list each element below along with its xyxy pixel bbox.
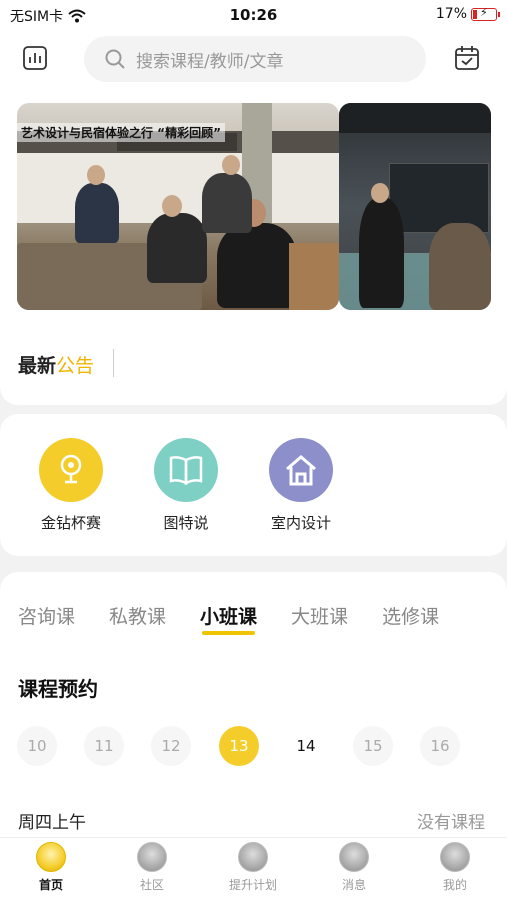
notice-title-accent: 公告: [56, 355, 95, 377]
category-label: 室内设计: [270, 514, 331, 532]
category-tutesuo[interactable]: 图特说: [136, 438, 236, 533]
battery-icon: ⚡: [471, 6, 500, 21]
header: 搜索课程/教师/文章: [0, 30, 507, 90]
category-label: 图特说: [163, 514, 209, 532]
tab-large-class[interactable]: 大班课: [291, 602, 348, 629]
chart-icon[interactable]: [21, 44, 49, 72]
tabbar-label: 提升计划: [228, 878, 277, 892]
banner-photo-next[interactable]: [339, 103, 491, 310]
tab-consult[interactable]: 咨询课: [18, 602, 75, 629]
bottom-tabbar: 首页 社区 提升计划 消息 我的: [0, 837, 507, 900]
clock: 10:26: [229, 6, 278, 24]
tab-elective[interactable]: 选修课: [382, 602, 439, 629]
tabbar-label: 社区: [139, 878, 164, 892]
plan-avatar-icon: [238, 842, 268, 872]
date-item[interactable]: 15: [353, 726, 393, 766]
tab-private[interactable]: 私教课: [109, 602, 166, 629]
search-icon: [105, 49, 125, 69]
notice-title-main: 最新: [18, 355, 57, 377]
category-interior-design[interactable]: 室内设计: [251, 438, 351, 533]
home-avatar-icon: [36, 842, 66, 872]
tabbar-home[interactable]: 首页: [11, 842, 91, 893]
banner-caption: 艺术设计与民宿体验之行 “精彩回顾”: [17, 123, 225, 142]
banner-carousel[interactable]: 艺术设计与民宿体验之行 “精彩回顾”: [0, 90, 507, 315]
calendar-check-icon[interactable]: [453, 44, 481, 72]
tabbar-messages[interactable]: 消息: [314, 842, 394, 893]
date-item[interactable]: 11: [84, 726, 124, 766]
tabbar-label: 我的: [442, 878, 467, 892]
tabbar-plan[interactable]: 提升计划: [213, 842, 293, 893]
category-jinzuan-cup[interactable]: 金钻杯赛: [21, 438, 121, 533]
category-grid: 金钻杯赛 图特说 室内设计: [0, 414, 507, 556]
course-tabs: 咨询课 私教课 小班课 大班课 选修课: [18, 602, 439, 635]
notice-bar[interactable]: 最新公告: [0, 315, 507, 405]
search-placeholder: 搜索课程/教师/文章: [136, 51, 284, 72]
tabbar-label: 首页: [38, 878, 63, 892]
tabbar-label: 消息: [341, 878, 366, 892]
date-item-today[interactable]: 14: [286, 726, 326, 766]
tabbar-community[interactable]: 社区: [112, 842, 192, 893]
battery-group: 17% ⚡: [435, 6, 500, 22]
search-input[interactable]: 搜索课程/教师/文章: [84, 36, 426, 82]
trophy-icon: [39, 438, 103, 502]
slot-status: 没有课程: [417, 813, 485, 833]
notice-title: 最新公告: [18, 351, 94, 378]
book-icon: [154, 438, 218, 502]
course-section: 咨询课 私教课 小班课 大班课 选修课 课程预约 10 11 12 13 14 …: [0, 572, 507, 837]
me-avatar-icon: [440, 842, 470, 872]
battery-percent: 17%: [435, 6, 467, 22]
date-item[interactable]: 16: [420, 726, 460, 766]
date-item[interactable]: 10: [17, 726, 57, 766]
house-icon: [269, 438, 333, 502]
date-selector: 10 11 12 13 14 15 16: [17, 726, 487, 770]
community-avatar-icon: [137, 842, 167, 872]
category-label: 金钻杯赛: [40, 514, 101, 532]
date-item-selected[interactable]: 13: [219, 726, 259, 766]
status-bar: 无SIM卡 10:26 17% ⚡: [0, 0, 507, 30]
notice-divider: [113, 349, 114, 377]
banner-photo-main[interactable]: 艺术设计与民宿体验之行 “精彩回顾”: [17, 103, 339, 310]
slot-label: 周四上午: [18, 813, 86, 833]
date-item[interactable]: 12: [151, 726, 191, 766]
messages-avatar-icon: [339, 842, 369, 872]
booking-title: 课程预约: [18, 677, 98, 701]
tab-small-class[interactable]: 小班课: [200, 602, 257, 635]
tabbar-me[interactable]: 我的: [415, 842, 495, 893]
